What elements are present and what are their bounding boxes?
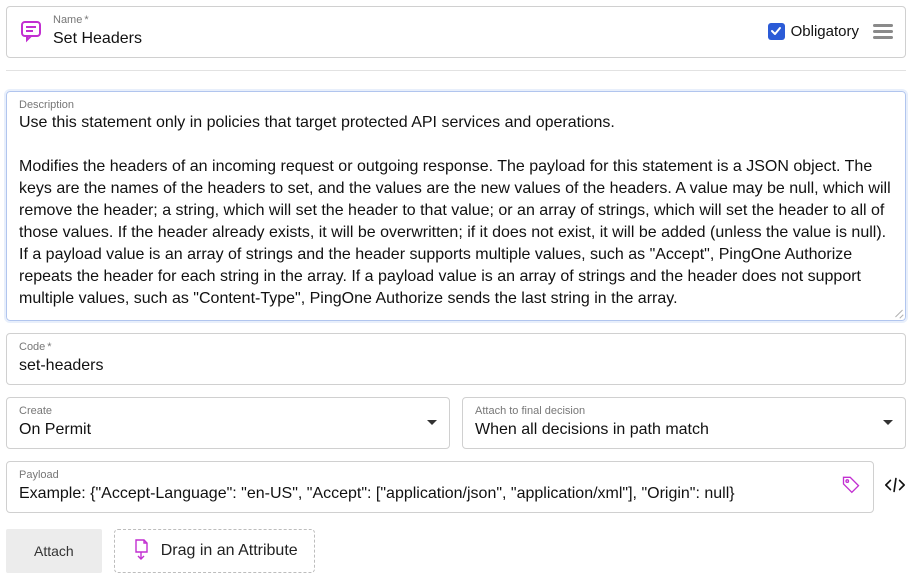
description-field[interactable]: Description Use this statement only in p… [6,91,906,321]
attach-to-label: Attach to final decision [475,404,875,418]
code-value[interactable]: set-headers [19,356,893,376]
attribute-drop-icon [131,538,151,565]
drag-hint-text: Drag in an Attribute [161,542,298,560]
code-field[interactable]: Code* set-headers [6,333,906,385]
chevron-down-icon [883,413,893,431]
attach-button[interactable]: Attach [6,529,102,573]
payload-value[interactable]: Example: {"Accept-Language": "en-US", "A… [19,484,833,504]
name-field[interactable]: Name* Set Headers Obligatory [6,6,906,58]
tag-icon[interactable] [841,474,861,499]
statement-icon [19,19,43,43]
name-label: Name* [53,13,768,27]
obligatory-checkbox[interactable]: Obligatory [768,23,859,40]
resize-handle-icon[interactable] [893,308,903,318]
checkbox-icon [768,23,785,40]
create-label: Create [19,404,419,418]
divider [6,70,906,71]
code-label: Code* [19,340,893,354]
create-select[interactable]: Create On Permit [6,397,450,449]
drag-attribute-zone[interactable]: Drag in an Attribute [114,529,315,573]
attach-to-value: When all decisions in path match [475,420,875,440]
payload-label: Payload [19,468,833,482]
attach-to-select[interactable]: Attach to final decision When all decisi… [462,397,906,449]
drag-handle-icon[interactable] [873,24,893,39]
description-label: Description [19,98,893,112]
payload-field[interactable]: Payload Example: {"Accept-Language": "en… [6,461,874,513]
code-toggle-icon[interactable] [884,476,906,499]
create-value: On Permit [19,420,419,440]
description-value[interactable]: Use this statement only in policies that… [19,112,893,310]
name-value[interactable]: Set Headers [53,29,768,49]
obligatory-label: Obligatory [791,23,859,40]
chevron-down-icon [427,413,437,431]
